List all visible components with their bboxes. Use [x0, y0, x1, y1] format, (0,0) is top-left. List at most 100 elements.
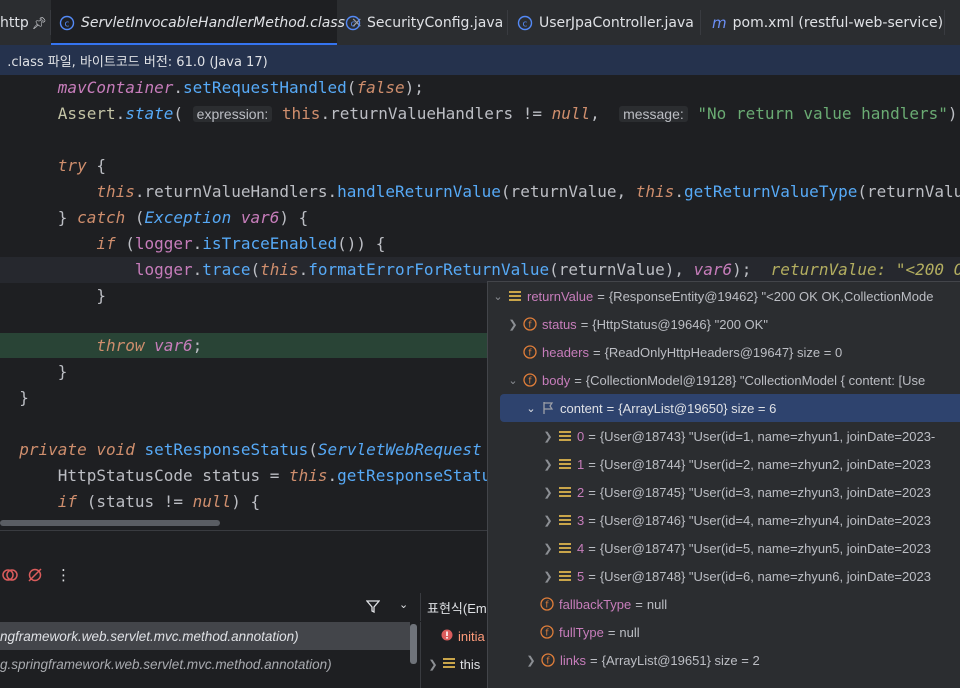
variable-name: this	[460, 656, 481, 672]
node-value: null	[646, 596, 668, 612]
svg-text:f: f	[545, 629, 549, 639]
node-value: {ResponseEntity@19462} "<200 OK OK,Colle…	[608, 288, 934, 304]
node-name: 3	[577, 512, 585, 528]
chevron-right-icon[interactable]: ❯	[541, 430, 555, 443]
node-name: returnValue	[527, 288, 594, 304]
debug-value-popup: ⌄ returnValue = {ResponseEntity@19462} "<2…	[487, 281, 960, 688]
tab-servlet-invocable-handler-method[interactable]: c ServletInvocableHandlerMethod.class ×	[51, 0, 363, 45]
frames-scrollbar[interactable]	[410, 624, 417, 664]
tree-row-links[interactable]: ❯ f links = {ArrayList@19651} size = 2	[488, 646, 960, 674]
info-icon: !	[0, 53, 1, 68]
node-value: null	[619, 624, 640, 640]
node-name: links	[560, 652, 587, 668]
param-hint: message:	[619, 106, 688, 122]
code-line: } catch (Exception var6) {	[57, 208, 309, 227]
chevron-right-icon[interactable]: ❯	[541, 570, 555, 583]
node-name: 4	[577, 540, 585, 556]
code-line-current: logger.trace(this.formatErrorForReturnVa…	[0, 257, 960, 283]
node-value: {ArrayList@19651} size = 2	[601, 652, 760, 668]
variables-list: initia ❯ this	[420, 622, 488, 688]
code-line: if (logger.isTraceEnabled()) {	[96, 234, 386, 253]
chevron-down-icon[interactable]: ⌄	[491, 290, 505, 303]
expression-input[interactable]: 표현식(Em	[427, 598, 487, 617]
object-icon	[558, 569, 572, 583]
code-line: try {	[57, 156, 106, 175]
chevron-right-icon[interactable]: ❯	[541, 542, 555, 555]
chevron-right-icon[interactable]: ❯	[506, 318, 520, 331]
tree-row-returnValue[interactable]: ⌄ returnValue = {ResponseEntity@19462} "<2…	[488, 282, 960, 310]
svg-text:f: f	[545, 601, 549, 611]
node-value: {User@18744} "User(id=2, name=zhyun2, jo…	[599, 456, 931, 472]
field-icon: f	[540, 625, 554, 639]
more-options-icon[interactable]: ⋮	[56, 566, 71, 584]
field-icon: f	[541, 653, 555, 667]
node-name: status	[542, 316, 577, 332]
tree-row-user-2[interactable]: ❯ 2 = {User@18745} "User(id=3, name=zhyun3…	[488, 478, 960, 506]
notice-text: .class 파일, 바이트코드 버전: 61.0 (Java 17)	[7, 54, 268, 70]
field-icon: f	[540, 597, 554, 611]
view-breakpoints-icon[interactable]	[2, 567, 18, 587]
tree-row-status[interactable]: ❯ f status = {HttpStatus@19646} "200 OK"	[488, 310, 960, 338]
tab-pom-xml[interactable]: m pom.xml (restful-web-service)	[712, 0, 943, 45]
maven-icon: m	[712, 13, 727, 32]
node-value: {ReadOnlyHttpHeaders@19647} size = 0	[604, 344, 843, 360]
tab-label: ServletInvocableHandlerMethod.class	[81, 14, 345, 31]
node-value: {ArrayList@19650} size = 6	[618, 400, 777, 416]
tree-row-body[interactable]: ⌄ f body = {CollectionModel@19128} "Collec…	[488, 366, 960, 394]
chevron-right-icon[interactable]: ❯	[524, 654, 538, 667]
tab-user-jpa-controller[interactable]: c UserJpaController.java	[517, 0, 697, 45]
param-hint: expression:	[192, 106, 273, 122]
mute-breakpoints-icon[interactable]	[27, 567, 43, 587]
chevron-right-icon[interactable]: ❯	[426, 658, 440, 671]
tab-label: http	[0, 14, 29, 31]
variable-row[interactable]: ❯ this	[421, 650, 480, 678]
frame-row-selected[interactable]: ngframework.web.servlet.mvc.method.annot…	[0, 622, 410, 650]
node-value: {User@18747} "User(id=5, name=zhyun5, jo…	[599, 540, 931, 556]
code-line: mavContainer.setRequestHandled(false);	[57, 78, 424, 97]
node-value: {User@18745} "User(id=3, name=zhyun3, jo…	[599, 484, 931, 500]
frame-text: ngframework.web.servlet.mvc.method.annot…	[0, 628, 299, 644]
tree-row-content[interactable]: ⌄ content = {ArrayList@19650} size = 6	[500, 394, 960, 422]
tree-row-user-3[interactable]: ❯ 3 = {User@18746} "User(id=4, name=zhyun4…	[488, 506, 960, 534]
tab-http[interactable]: http 📌︎	[0, 0, 50, 45]
tab-security-config[interactable]: c SecurityConfig.java	[345, 0, 505, 45]
frames-header: ⌄	[0, 593, 420, 621]
chevron-right-icon[interactable]: ❯	[541, 514, 555, 527]
chevron-down-icon[interactable]: ⌄	[506, 374, 520, 387]
chevron-down-icon[interactable]: ⌄	[524, 402, 538, 415]
chevron-right-icon[interactable]: ❯	[541, 486, 555, 499]
object-icon	[443, 657, 455, 672]
field-icon: f	[523, 317, 537, 331]
node-name: 2	[577, 484, 585, 500]
node-name: content	[560, 400, 603, 416]
horizontal-scrollbar[interactable]	[0, 520, 220, 526]
tab-label: UserJpaController.java	[539, 14, 694, 31]
tree-row-user-1[interactable]: ❯ 1 = {User@18744} "User(id=2, name=zhyun2…	[488, 450, 960, 478]
tab-label: SecurityConfig.java	[367, 14, 504, 31]
object-icon	[558, 541, 572, 555]
tree-row-user-0[interactable]: ❯ 0 = {User@18743} "User(id=1, name=zhyun1…	[488, 422, 960, 450]
svg-text:c: c	[351, 19, 356, 29]
variable-name: initia	[458, 628, 485, 644]
tree-row-fallbackType[interactable]: f fallbackType = null	[488, 590, 960, 618]
node-value: {User@18743} "User(id=1, name=zhyun1, jo…	[599, 428, 936, 444]
debug-toolbar: ⋮	[0, 563, 487, 591]
pin-icon[interactable]: 📌︎	[32, 16, 47, 30]
filter-icon[interactable]	[365, 598, 381, 617]
chevron-right-icon[interactable]: ❯	[541, 458, 555, 471]
class-file-icon: c	[59, 15, 75, 31]
node-value: {User@18748} "User(id=6, name=zhyun6, jo…	[599, 568, 931, 584]
code-line: Assert.state( expression: this.returnVal…	[57, 104, 960, 123]
node-name: headers	[542, 344, 589, 360]
object-icon	[558, 429, 572, 443]
variable-row[interactable]: initia	[421, 622, 485, 650]
error-icon	[441, 629, 453, 644]
field-icon: f	[523, 373, 537, 387]
frame-row[interactable]: g.springframework.web.servlet.mvc.method…	[0, 650, 410, 678]
tree-row-user-4[interactable]: ❯ 4 = {User@18747} "User(id=5, name=zhyun5…	[488, 534, 960, 562]
svg-text:c: c	[65, 19, 70, 29]
tree-row-headers[interactable]: f headers = {ReadOnlyHttpHeaders@19647} si…	[488, 338, 960, 366]
tree-row-user-5[interactable]: ❯ 5 = {User@18748} "User(id=6, name=zhyun6…	[488, 562, 960, 590]
tree-row-fullType[interactable]: f fullType = null	[488, 618, 960, 646]
chevron-down-icon[interactable]: ⌄	[399, 598, 408, 611]
